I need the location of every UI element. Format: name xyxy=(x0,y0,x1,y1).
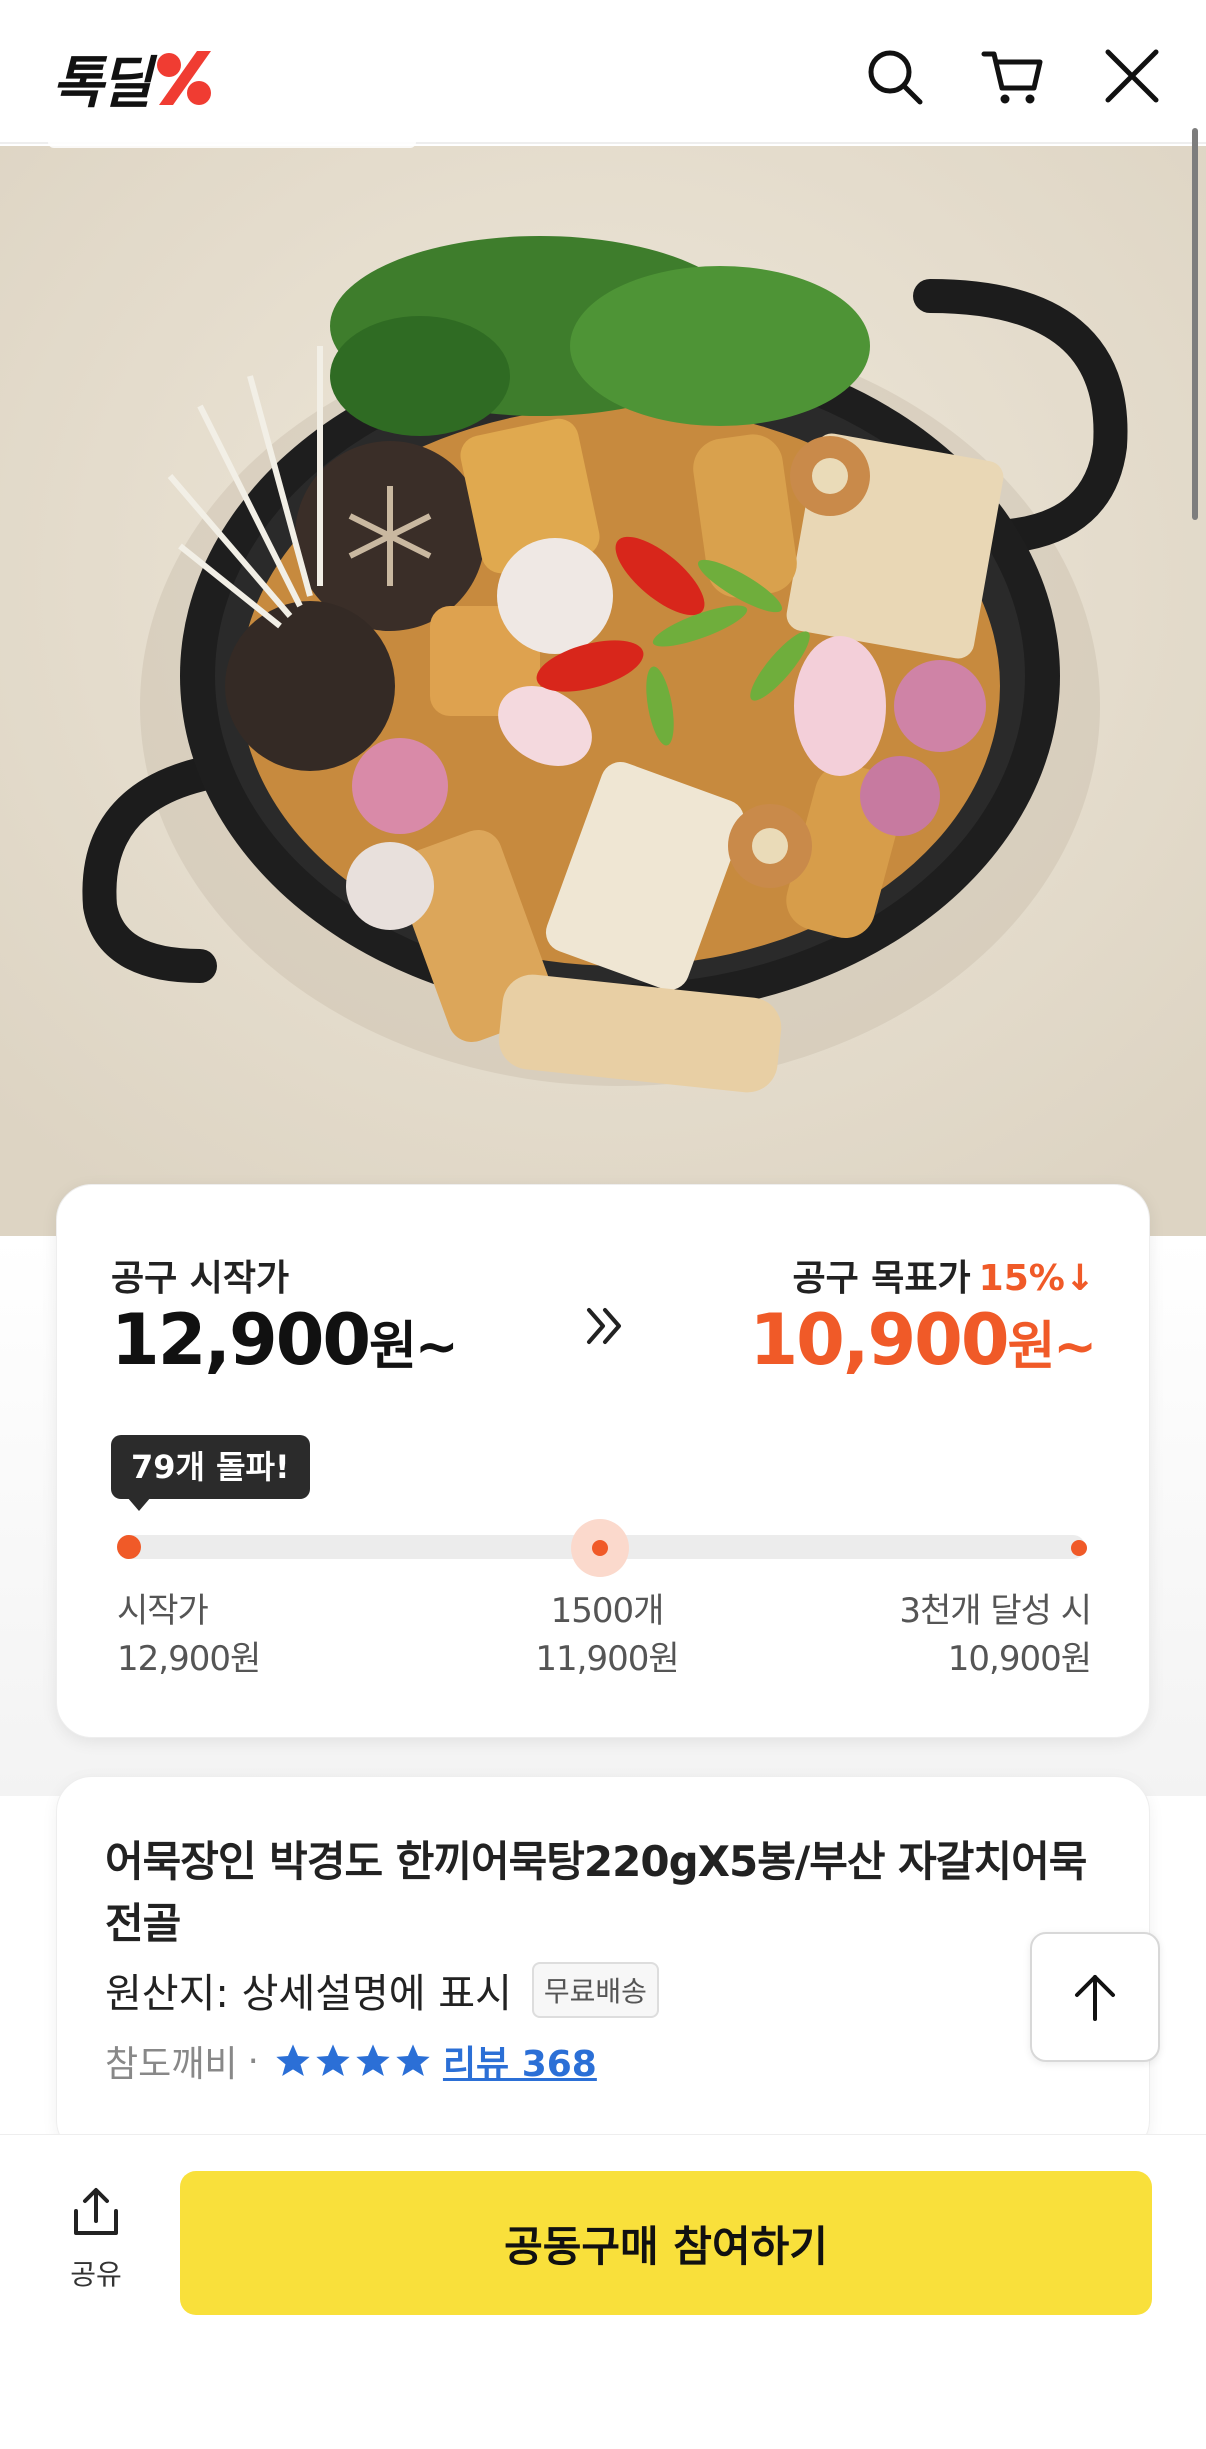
star-icon xyxy=(316,2044,350,2076)
milestone-label: 시작가 xyxy=(117,1591,209,1631)
milestone-dot xyxy=(1071,1540,1087,1556)
target-price-label: 공구 목표가 15%↓ xyxy=(793,1249,1095,1301)
review-link[interactable]: 리뷰 368 xyxy=(443,2035,597,2087)
share-icon xyxy=(74,2188,118,2235)
start-price-label: 공구 시작가 xyxy=(111,1258,290,1299)
target-price: 10,900원~ xyxy=(749,1299,1097,1381)
rating-stars xyxy=(273,2041,433,2081)
group-buy-price-card: 공구 시작가 12,900원~ 공구 목표가 15%↓ 10,900원~ 79개 … xyxy=(56,1184,1150,1738)
arrow-up-icon xyxy=(1075,1975,1115,2021)
milestone-label: 3천개 달성 시 xyxy=(899,1591,1092,1631)
scrollbar[interactable] xyxy=(1192,128,1198,520)
progress-fill xyxy=(117,1535,141,1559)
logo-percent-icon xyxy=(157,51,212,105)
star-icon xyxy=(356,2044,390,2076)
milestone-label: 1500개 xyxy=(550,1591,665,1631)
star-icon xyxy=(276,2044,310,2076)
start-price-value: 12,900 xyxy=(111,1299,371,1381)
scroll-to-top-button[interactable] xyxy=(1030,1932,1160,2062)
target-price-label-text: 공구 목표가 xyxy=(792,1258,971,1299)
share-label: 공유 xyxy=(70,2258,122,2291)
close-icon[interactable] xyxy=(1100,44,1164,108)
join-group-buy-button[interactable]: 공동구매 참여하기 xyxy=(180,2171,1152,2315)
start-price-unit: 원~ xyxy=(369,1317,458,1377)
milestone-price: 10,900원 xyxy=(947,1639,1092,1679)
top-header: 톡딜 xyxy=(0,0,1206,144)
target-price-unit: 원~ xyxy=(1007,1317,1097,1377)
seller-row: 참도깨비 · 리뷰 368 xyxy=(105,2035,597,2087)
product-title: 어묵장인 박경도 한끼어묵탕220gX5봉/부산 자갈치어묵전골 xyxy=(105,1837,1087,1948)
free-shipping-badge: 무료배송 xyxy=(531,1962,659,2018)
logo-text: 톡딜 xyxy=(52,50,152,116)
start-price: 12,900원~ xyxy=(111,1299,459,1381)
bottom-action-bar: 공유 공동구매 참여하기 xyxy=(0,2134,1206,2449)
share-button[interactable]: 공유 xyxy=(56,2185,136,2293)
product-image[interactable] xyxy=(0,146,1206,1236)
double-chevron-right-icon xyxy=(583,1299,631,1364)
cart-icon[interactable] xyxy=(980,44,1044,108)
image-indicator xyxy=(48,136,416,148)
product-info-card: 어묵장인 박경도 한끼어묵탕220gX5봉/부산 자갈치어묵전골 원산지: 상세… xyxy=(56,1776,1150,2156)
origin-text: 원산지: 상세설명에 표시 xyxy=(105,1971,512,2017)
logo[interactable]: 톡딜 xyxy=(52,46,217,116)
seller-name[interactable]: 참도깨비 xyxy=(105,2035,237,2087)
target-price-value: 10,900 xyxy=(749,1299,1009,1381)
milestone-dot xyxy=(592,1540,608,1556)
search-icon[interactable] xyxy=(862,44,926,108)
milestone-start: 시작가 12,900원 xyxy=(117,1587,261,1683)
star-icon xyxy=(396,2044,430,2076)
milestone-price: 12,900원 xyxy=(117,1639,261,1679)
separator: · xyxy=(247,2040,259,2082)
target-discount: 15%↓ xyxy=(978,1258,1095,1299)
milestone-end: 3천개 달성 시 10,900원 xyxy=(899,1587,1092,1683)
product-origin: 원산지: 상세설명에 표시 무료배송 xyxy=(105,1961,659,2019)
milestone-price: 11,900원 xyxy=(535,1639,679,1679)
progress-badge: 79개 돌파! xyxy=(111,1435,310,1511)
milestone-middle: 1500개 11,900원 xyxy=(447,1587,767,1683)
